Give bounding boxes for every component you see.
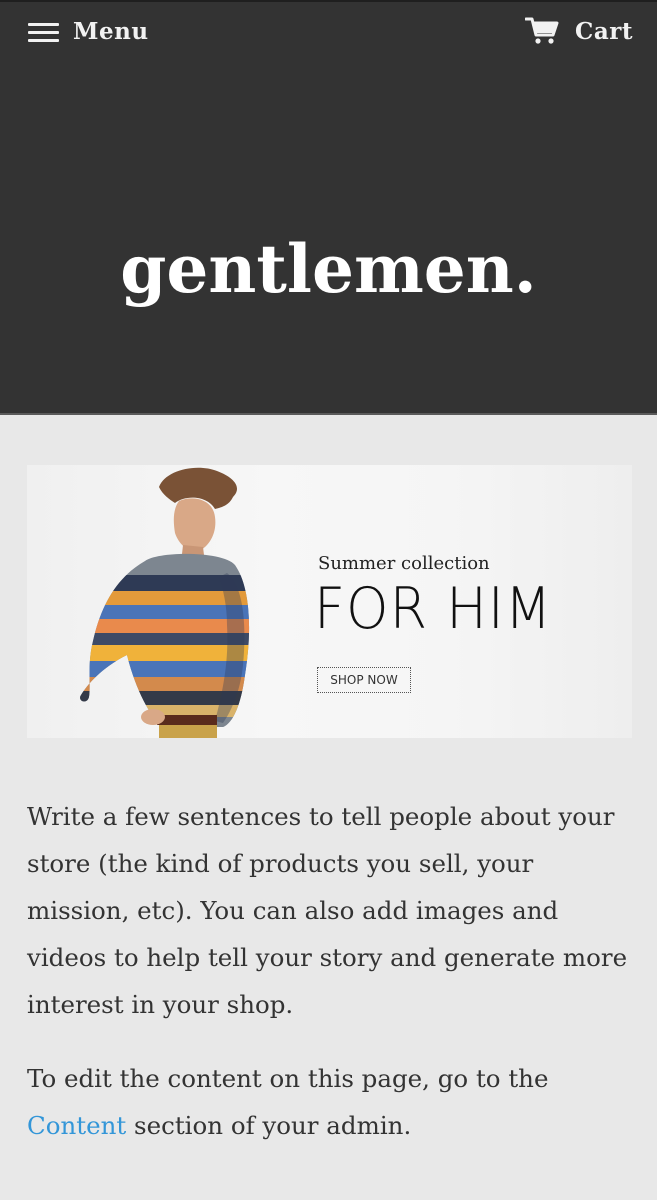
admin-hint-paragraph: To edit the content on this page, go to … <box>27 1055 637 1149</box>
banner-subtitle: Summer collection <box>318 553 490 574</box>
admin-hint-text-before: To edit the content on this page, go to … <box>27 1064 549 1093</box>
cart-icon <box>525 17 559 44</box>
shop-now-button[interactable]: SHOP NOW <box>317 667 411 693</box>
site-header: Menu Cart gentlemen. <box>0 0 657 415</box>
banner-title: FOR HIM <box>314 575 553 642</box>
admin-hint-text-after: section of your admin. <box>126 1111 412 1140</box>
menu-button[interactable]: Menu <box>28 18 149 45</box>
menu-label: Menu <box>73 18 149 45</box>
model-photo <box>80 467 250 738</box>
promo-banner[interactable]: Summer collection FOR HIM SHOP NOW <box>27 465 632 738</box>
cart-label: Cart <box>575 17 633 45</box>
hamburger-icon <box>28 21 59 43</box>
intro-paragraph: Write a few sentences to tell people abo… <box>27 802 628 1019</box>
cart-button[interactable]: Cart <box>525 16 633 46</box>
site-logo[interactable]: gentlemen. <box>0 224 657 314</box>
content-link[interactable]: Content <box>27 1111 126 1140</box>
main-content: Write a few sentences to tell people abo… <box>27 793 637 1176</box>
